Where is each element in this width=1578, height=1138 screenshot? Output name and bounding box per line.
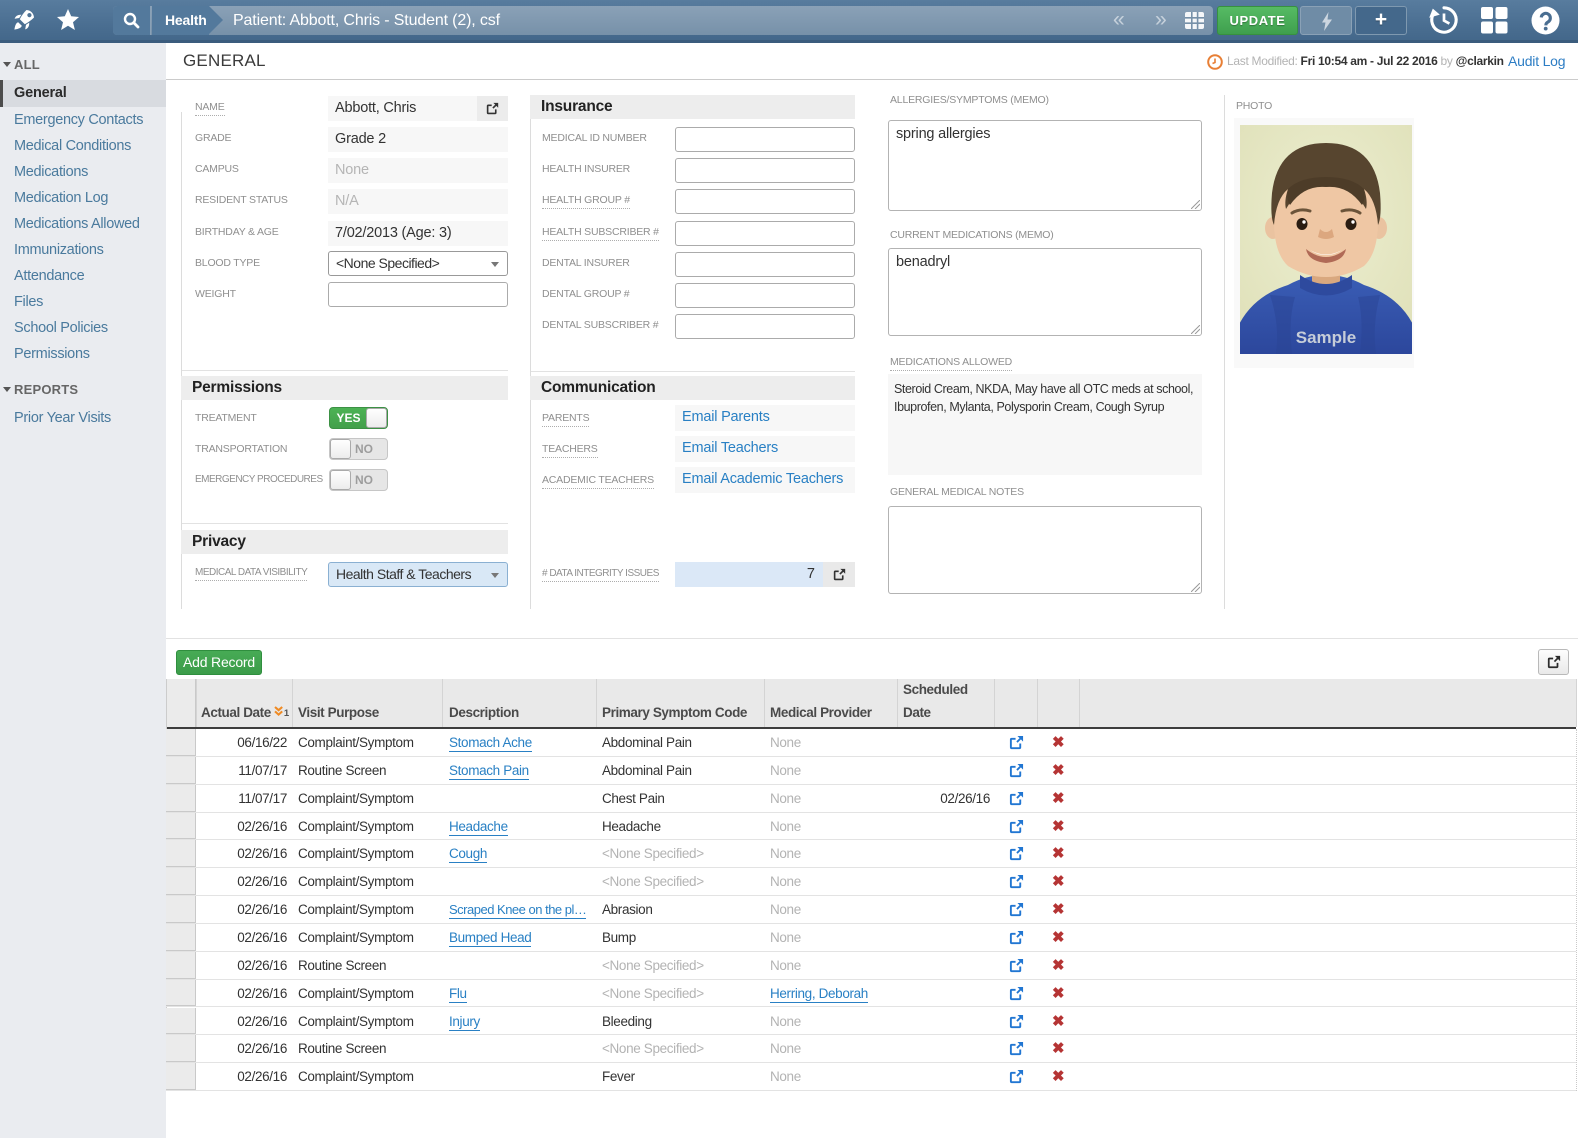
- svg-text:Sample: Sample: [1296, 328, 1356, 347]
